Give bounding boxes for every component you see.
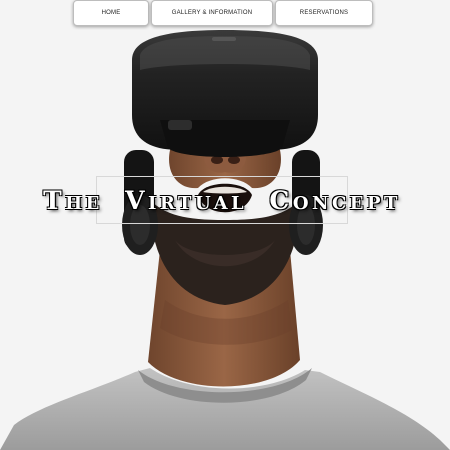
nav-home-button[interactable]: HOME — [73, 0, 149, 26]
main-nav: HOME GALLERY & INFORMATION RESERVATIONS — [73, 0, 373, 26]
nav-reservations-button[interactable]: RESERVATIONS — [275, 0, 373, 26]
nav-gallery-button[interactable]: GALLERY & INFORMATION — [151, 0, 273, 26]
hero-title-box: The Virtual Concept — [43, 176, 397, 224]
hero-title: The Virtual Concept — [43, 185, 401, 215]
hero-image — [0, 30, 450, 450]
